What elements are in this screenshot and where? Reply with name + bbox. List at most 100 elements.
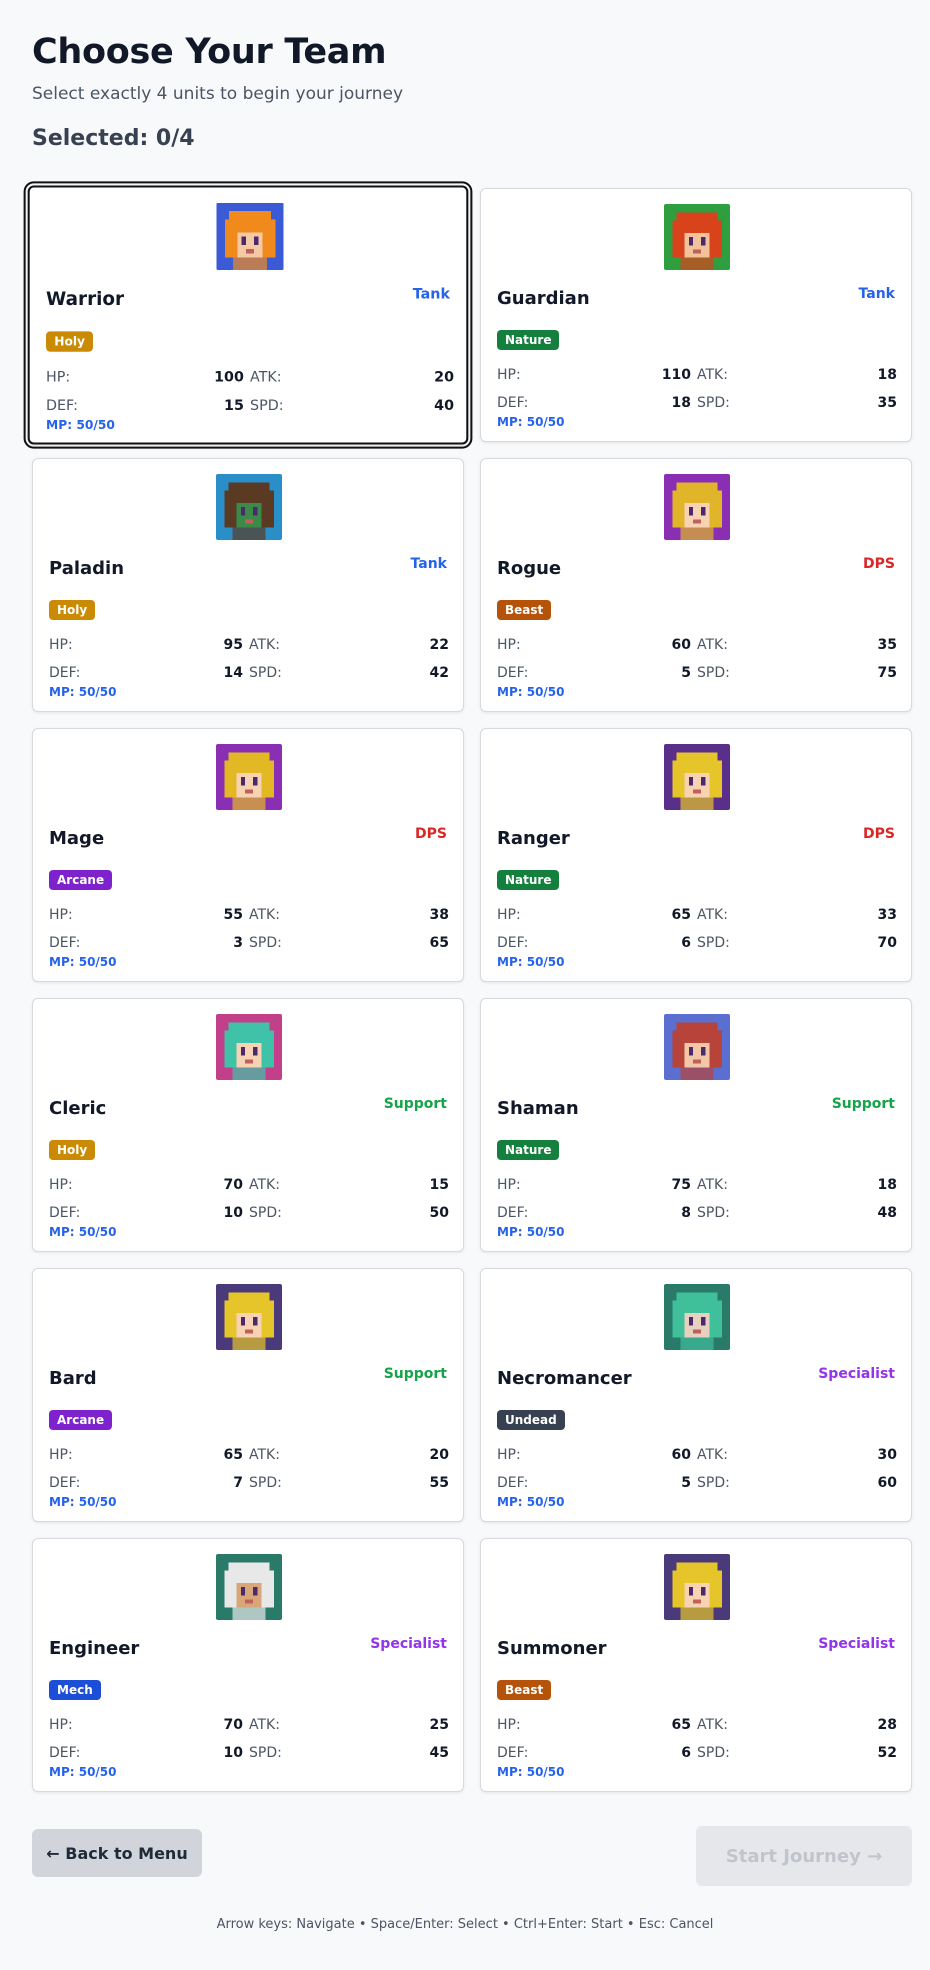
unit-name: Ranger [497,828,570,849]
hp-label: HP: [497,1717,521,1733]
spd-value: 40 [434,397,455,414]
stats-row: HP: 100 ATK: 20 [46,363,454,392]
def-label: DEF: [497,935,529,951]
unit-card-shaman[interactable]: Support Shaman Nature HP: 75 ATK: 18 DEF: 8… [480,998,912,1252]
def-label: DEF: [497,665,529,681]
unit-grid: Tank Warrior Holy HP: 100 ATK: 20 DEF: 15 S… [23,181,912,1792]
atk-value: 20 [429,1447,449,1463]
def-value: 14 [223,665,243,681]
hp-label: HP: [46,369,71,386]
role-label: DPS [863,556,895,572]
ranger-portrait [664,744,730,810]
unit-card-bard[interactable]: Support Bard Arcane HP: 65 ATK: 20 DEF: 7 S… [32,1268,464,1522]
unit-card-necromancer[interactable]: Specialist Necromancer Undead HP: 60 ATK:… [480,1268,912,1522]
spd-label: SPD: [697,935,730,951]
unit-name: Rogue [497,558,562,579]
stats-block: HP: 65 ATK: 28 DEF: 6 SPD: 52 [497,1711,897,1767]
shaman-portrait [664,1014,730,1080]
unit-name: Cleric [49,1098,107,1119]
stats-row: HP: 70 ATK: 15 [49,1171,449,1199]
atk-value: 33 [877,907,897,923]
spd-value: 42 [429,665,449,681]
role-label: Specialist [370,1636,447,1652]
unit-name: Shaman [497,1098,579,1119]
unit-card-engineer[interactable]: Specialist Engineer Mech HP: 70 ATK: 25 DE… [32,1538,464,1792]
mp-value: MP: 50/50 [46,418,115,433]
element-badge: Nature [497,870,560,890]
unit-card-guardian[interactable]: Tank Guardian Nature HP: 110 ATK: 18 DEF: 1… [480,188,912,442]
stats-row: DEF: 6 SPD: 52 [497,1739,897,1767]
unit-card-ranger[interactable]: DPS Ranger Nature HP: 65 ATK: 33 DEF: 6 SPD… [480,728,912,982]
unit-card-rogue[interactable]: DPS Rogue Beast HP: 60 ATK: 35 DEF: 5 SPD: 7… [480,458,912,712]
hp-value: 95 [223,637,243,653]
unit-name: Summoner [497,1638,607,1659]
mp-value: MP: 50/50 [497,1225,565,1239]
unit-name: Necromancer [497,1368,632,1389]
unit-card-cleric[interactable]: Support Cleric Holy HP: 70 ATK: 15 DEF: 10 … [32,998,464,1252]
mp-value: MP: 50/50 [49,1765,117,1779]
spd-value: 60 [877,1475,897,1491]
element-badge: Arcane [49,870,113,890]
def-value: 5 [681,1475,691,1491]
role-label: DPS [415,826,447,842]
element-badge: Arcane [49,1410,113,1430]
stats-row: DEF: 10 SPD: 50 [49,1199,449,1227]
atk-label: ATK: [697,1717,728,1733]
element-badge: Holy [49,1140,96,1160]
spd-value: 75 [877,665,897,681]
stats-row: HP: 65 ATK: 28 [497,1711,897,1739]
mp-value: MP: 50/50 [49,1225,117,1239]
spd-label: SPD: [249,1475,282,1491]
necromancer-portrait [664,1284,730,1350]
spd-value: 48 [877,1205,897,1221]
hp-label: HP: [497,907,521,923]
def-label: DEF: [49,665,81,681]
unit-card-warrior[interactable]: Tank Warrior Holy HP: 100 ATK: 20 DEF: 15 S… [23,181,473,449]
atk-label: ATK: [697,907,728,923]
role-label: Support [383,1096,447,1112]
back-to-menu-button[interactable]: ← Back to Menu [32,1829,202,1877]
mp-value: MP: 50/50 [497,1495,565,1509]
mage-portrait [216,744,282,810]
stats-block: HP: 95 ATK: 22 DEF: 14 SPD: 42 [49,631,449,687]
def-value: 6 [681,935,691,951]
hp-value: 70 [223,1177,243,1193]
def-value: 5 [681,665,691,681]
element-badge: Mech [49,1680,101,1700]
hp-value: 110 [661,367,691,383]
hp-label: HP: [49,907,73,923]
start-journey-button[interactable]: Start Journey → [696,1826,912,1886]
spd-label: SPD: [249,1205,282,1221]
stats-row: DEF: 5 SPD: 60 [497,1469,897,1497]
stats-row: HP: 70 ATK: 25 [49,1711,449,1739]
stats-row: HP: 75 ATK: 18 [497,1171,897,1199]
stats-block: HP: 65 ATK: 20 DEF: 7 SPD: 55 [49,1441,449,1497]
atk-label: ATK: [697,367,728,383]
role-label: DPS [863,826,895,842]
atk-label: ATK: [250,369,282,386]
role-label: Specialist [818,1636,895,1652]
stats-row: HP: 95 ATK: 22 [49,631,449,659]
stats-row: DEF: 5 SPD: 75 [497,659,897,687]
element-badge: Beast [497,1680,552,1700]
hp-value: 70 [223,1717,243,1733]
stats-block: HP: 110 ATK: 18 DEF: 18 SPD: 35 [497,361,897,417]
stats-block: HP: 100 ATK: 20 DEF: 15 SPD: 40 [46,363,454,420]
bard-portrait [216,1284,282,1350]
unit-card-mage[interactable]: DPS Mage Arcane HP: 55 ATK: 38 DEF: 3 SPD: 6… [32,728,464,982]
hp-value: 60 [671,1447,691,1463]
unit-card-summoner[interactable]: Specialist Summoner Beast HP: 65 ATK: 28 D… [480,1538,912,1792]
element-badge: Undead [497,1410,565,1430]
stats-row: HP: 65 ATK: 20 [49,1441,449,1469]
stats-row: HP: 55 ATK: 38 [49,901,449,929]
paladin-portrait [216,474,282,540]
hp-value: 65 [671,907,691,923]
atk-value: 38 [429,907,449,923]
stats-row: DEF: 10 SPD: 45 [49,1739,449,1767]
selected-counter: Selected: 0/4 [32,126,195,151]
role-label: Tank [412,286,450,303]
stats-row: HP: 65 ATK: 33 [497,901,897,929]
unit-name: Paladin [49,558,125,579]
def-value: 10 [223,1205,243,1221]
unit-card-paladin[interactable]: Tank Paladin Holy HP: 95 ATK: 22 DEF: 14 SP… [32,458,464,712]
